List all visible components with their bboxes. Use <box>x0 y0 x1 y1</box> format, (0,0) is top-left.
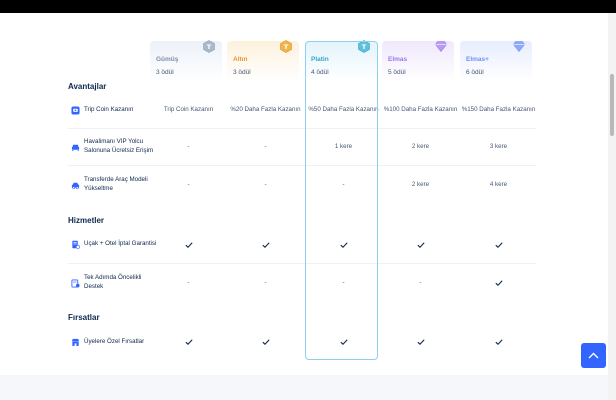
tier-reward-count: 6 ödül <box>466 69 484 76</box>
table-row: Havalimanı VIP Yolcu Salonuna Ücretsiz E… <box>68 129 536 166</box>
table-cell: - <box>342 180 345 188</box>
table-cell <box>150 324 227 360</box>
table-row: Üyelere Özel Fırsatlar <box>68 324 536 360</box>
scrollbar-thumb[interactable] <box>610 74 614 136</box>
table-cell: - <box>187 278 190 286</box>
row-label-text: Üyelere Özel Fırsatlar <box>84 337 145 345</box>
scroll-to-top-button[interactable] <box>581 343 606 368</box>
vip-lounge-icon <box>71 144 80 151</box>
priority-support-icon <box>71 278 80 288</box>
chevron-up-icon <box>588 352 599 359</box>
tier-header-altin: Altın 3 ödül T <box>227 40 299 81</box>
check-icon <box>416 241 425 248</box>
member-deals-icon <box>71 338 80 346</box>
row-label-text: Transferde Araç Modeli Yükseltme <box>84 176 148 192</box>
row-label: Transferde Araç Modeli Yükseltme <box>71 166 157 204</box>
table-cell: 2 kere <box>411 180 430 188</box>
table-cell <box>382 324 459 360</box>
tier-reward-count: 3 ödül <box>233 69 251 76</box>
tier-name: Platin <box>311 56 329 63</box>
table-cell: %100 Daha Fazla Kazanın <box>383 105 458 113</box>
row-label-text: Havalimanı VIP Yolcu Salonuna Ücretsiz E… <box>84 138 154 154</box>
platinum-badge-icon: T <box>358 40 370 53</box>
tier-name: Elmas+ <box>466 56 489 63</box>
tier-name: Gümüş <box>156 56 179 63</box>
tier-header-elmas: Elmas 5 ödül <box>382 41 454 81</box>
table-cell <box>460 226 537 263</box>
tier-header-platin: Platin 4 ödül T <box>305 40 377 81</box>
tier-reward-count: 5 ödül <box>388 69 406 76</box>
table-cell: - <box>342 278 345 286</box>
table-cell: - <box>264 142 267 150</box>
trip-coin-icon <box>71 105 80 115</box>
table-cell: 1 kere <box>334 142 353 150</box>
svg-text:T: T <box>207 43 212 51</box>
section-title-advantages: Avantajlar <box>68 82 107 91</box>
diamond-plus-badge-icon <box>513 41 525 52</box>
page-footer <box>0 375 616 400</box>
tier-name: Altın <box>233 56 248 63</box>
check-icon <box>261 241 270 248</box>
silver-badge-icon: T <box>203 40 215 53</box>
table-cell: - <box>419 278 422 286</box>
table-cell: 3 kere <box>489 142 508 150</box>
check-icon <box>261 339 270 345</box>
table-cell: 4 kere <box>489 180 508 188</box>
check-icon <box>494 280 503 286</box>
diamond-badge-icon <box>435 41 447 52</box>
row-label-text: Trip Coin Kazanın <box>84 105 134 113</box>
table-cell: %20 Daha Fazla Kazanın <box>230 105 301 113</box>
cancellation-guarantee-icon <box>72 240 80 249</box>
check-icon <box>184 241 193 248</box>
row-label: Üyelere Özel Fırsatlar <box>71 324 157 360</box>
table-cell <box>305 324 382 360</box>
table-cell <box>227 324 304 360</box>
section-title-deals: Fırsatlar <box>68 313 100 322</box>
table-cell: - <box>264 180 267 188</box>
row-label-text: Tek Adımda Öncelikli Destek <box>84 274 142 290</box>
table-row: Uçak + Otel İptal Garantisi <box>68 226 536 264</box>
row-label: Uçak + Otel İptal Garantisi <box>71 226 157 263</box>
check-icon <box>494 241 503 248</box>
gold-badge-icon: T <box>280 40 292 53</box>
svg-text:T: T <box>284 43 289 51</box>
section-title-services: Hizmetler <box>68 216 105 225</box>
table-cell: %150 Daha Fazla Kazanın <box>461 105 536 113</box>
table-cell: %50 Daha Fazla Kazanın <box>308 105 379 113</box>
svg-text:T: T <box>362 43 367 51</box>
table-cell <box>305 226 382 263</box>
row-label: Havalimanı VIP Yolcu Salonuna Ücretsiz E… <box>71 129 157 165</box>
scrollbar-track[interactable] <box>608 13 616 400</box>
table-cell: - <box>264 278 267 286</box>
table-cell <box>460 264 537 302</box>
row-label-text: Uçak + Otel İptal Garantisi <box>84 240 157 248</box>
check-icon <box>416 339 425 345</box>
table-cell <box>382 226 459 263</box>
table-cell: - <box>187 180 190 188</box>
table-cell <box>227 226 304 263</box>
table-cell <box>460 324 537 360</box>
tier-header-elmas-plus: Elmas+ 6 ödül <box>460 41 532 81</box>
table-cell <box>150 226 227 263</box>
tier-reward-count: 4 ödül <box>311 69 329 76</box>
tier-reward-count: 3 ödül <box>156 69 174 76</box>
row-label: Trip Coin Kazanın <box>71 92 157 128</box>
car-upgrade-icon <box>71 182 80 189</box>
membership-benefits-table: Gümüş 3 ödül T Altın 3 ödül T Platin 4 ö… <box>68 0 536 375</box>
check-icon <box>184 339 193 345</box>
table-row: Transferde Araç Modeli Yükseltme - - - 2… <box>68 166 536 204</box>
table-cell: 2 kere <box>411 142 430 150</box>
table-cell: - <box>187 142 190 150</box>
check-icon <box>494 339 503 345</box>
check-icon <box>339 241 348 248</box>
check-icon <box>339 339 348 345</box>
table-cell: Trip Coin Kazanın <box>163 105 214 113</box>
row-label: Tek Adımda Öncelikli Destek <box>71 264 157 302</box>
tier-header-gumus: Gümüş 3 ödül T <box>150 40 222 81</box>
table-row: Tek Adımda Öncelikli Destek - - - - <box>68 264 536 302</box>
table-row: Trip Coin Kazanın Trip Coin Kazanın %20 … <box>68 92 536 129</box>
tier-name: Elmas <box>388 56 408 63</box>
